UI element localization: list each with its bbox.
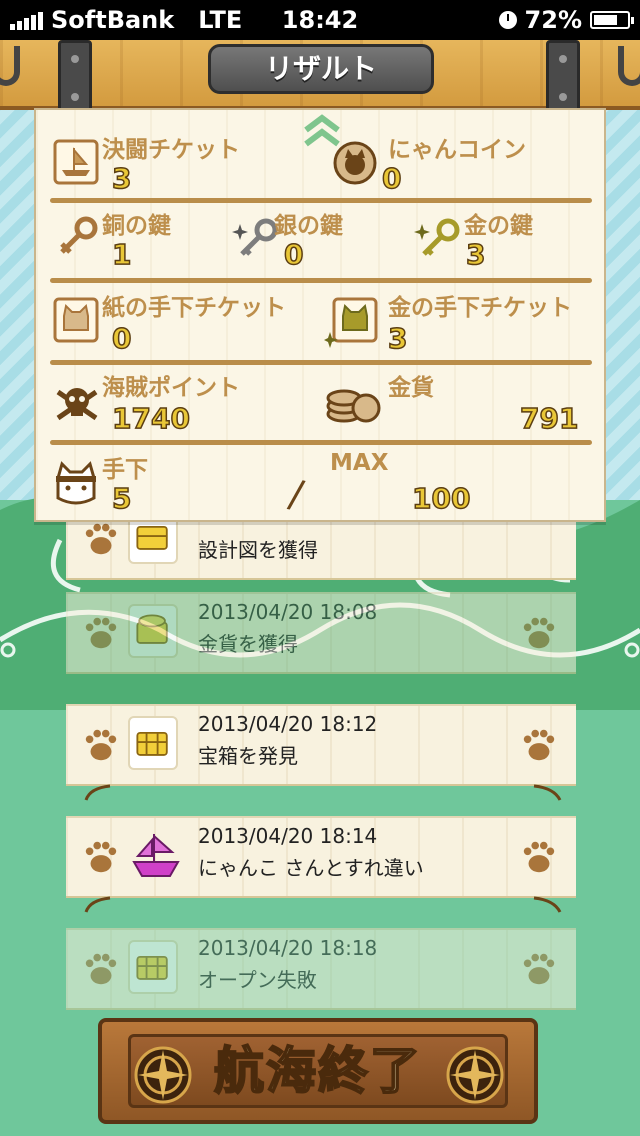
row-divider: [50, 198, 592, 203]
paw-print-icon: [523, 841, 555, 873]
copper-key-value: 1: [111, 237, 132, 272]
log-entry[interactable]: 2013/04/20 18:08 金貨を獲得: [66, 592, 576, 674]
battery-icon: [590, 11, 634, 29]
result-panel: 決闘チケット 3 にゃんコイン 0 銅の鍵 1 銀の鍵 0 金の鍵 3 紙の手下…: [34, 108, 606, 522]
gold-minion-ticket-icon: [324, 297, 378, 348]
gold-coins-icon: [326, 389, 381, 423]
log-message: 宝箱を発見: [198, 744, 298, 768]
scroll-curl-decoration: [533, 784, 562, 801]
row-divider: [50, 278, 592, 283]
scroll-curl-decoration: [84, 896, 111, 913]
paper-minion-ticket-label: 紙の手下チケット: [102, 295, 286, 321]
status-bar: SoftBank LTE 18:42 72%: [0, 0, 640, 40]
minions-separator: /: [285, 471, 308, 517]
minions-max-label: MAX: [330, 450, 389, 476]
paw-print-icon: [85, 729, 117, 761]
log-date: 2013/04/20 18:18: [198, 936, 378, 960]
silver-key-value: 0: [283, 237, 304, 272]
treasure-chest-icon: [128, 716, 178, 770]
log-date: 2013/04/20 18:08: [198, 600, 378, 624]
gold-minion-ticket-value: 3: [387, 321, 408, 356]
log-message: にゃんこ さんとすれ違い: [198, 856, 424, 880]
log-message: 設計図を獲得: [198, 538, 318, 562]
silver-key-label: 銀の鍵: [274, 213, 343, 239]
minions-max-value: 100: [411, 481, 471, 516]
nyan-coin-value: 0: [381, 161, 402, 196]
log-date: 2013/04/20 18:12: [198, 712, 378, 736]
nyan-coin-label: にゃんコイン: [388, 137, 526, 163]
hook-icon: [0, 46, 20, 86]
pirate-points-value: 1740: [111, 401, 190, 436]
skull-crossbones-icon: [56, 388, 98, 421]
gold-key-icon: [414, 218, 460, 256]
row-divider: [50, 440, 592, 445]
gold-coins-value: 791: [519, 401, 579, 436]
duel-ticket-value: 3: [111, 161, 132, 196]
log-entry[interactable]: 2013/04/20 18:18 オープン失敗: [66, 928, 576, 1010]
paw-print-icon: [85, 523, 117, 555]
log-entry[interactable]: 2013/04/20 18:12 宝箱を発見: [66, 704, 576, 786]
treasure-chest-icon: [128, 940, 178, 994]
log-date: 2013/04/20 18:14: [198, 824, 378, 848]
paw-print-icon: [85, 953, 117, 985]
copper-key-label: 銅の鍵: [102, 213, 171, 239]
copper-key-icon: [60, 216, 98, 254]
paw-print-icon: [523, 729, 555, 761]
gold-key-value: 3: [465, 237, 486, 272]
gold-treasure-icon: [128, 604, 178, 658]
paw-print-icon: [85, 841, 117, 873]
minions-value: 5: [111, 481, 132, 516]
gold-key-label: 金の鍵: [464, 213, 533, 239]
end-voyage-label: 航海終了: [213, 1041, 422, 1101]
iron-bracket: [546, 40, 580, 116]
alarm-clock-icon: [498, 11, 517, 29]
gold-coins-label: 金貨: [388, 375, 434, 401]
duel-ticket-icon: [53, 139, 99, 185]
end-voyage-button[interactable]: 航海終了: [98, 1018, 538, 1124]
duel-ticket-label: 決闘チケット: [102, 137, 240, 163]
paper-minion-ticket-value: 0: [111, 321, 132, 356]
log-message: 金貨を獲得: [198, 632, 298, 656]
iron-bracket: [58, 40, 92, 116]
paw-print-icon: [523, 617, 555, 649]
row-divider: [50, 360, 592, 365]
paw-print-icon: [523, 953, 555, 985]
paper-minion-ticket-icon: [53, 297, 99, 343]
page-title: リザルト: [208, 44, 434, 94]
scroll-curl-decoration: [533, 896, 562, 913]
pirate-cat-icon: [56, 461, 96, 505]
hook-icon: [618, 46, 640, 86]
log-message: オープン失敗: [198, 968, 317, 992]
gold-minion-ticket-label: 金の手下チケット: [388, 295, 572, 321]
battery-percent: 72%: [524, 6, 582, 34]
nyan-coin-icon: [333, 141, 377, 185]
pirate-ship-icon: [132, 833, 180, 877]
scroll-curl-decoration: [84, 784, 111, 801]
log-entry[interactable]: 2013/04/20 18:14 にゃんこ さんとすれ違い: [66, 816, 576, 898]
minions-label: 手下: [102, 457, 148, 483]
paw-print-icon: [85, 617, 117, 649]
pirate-points-label: 海賊ポイント: [102, 375, 240, 401]
